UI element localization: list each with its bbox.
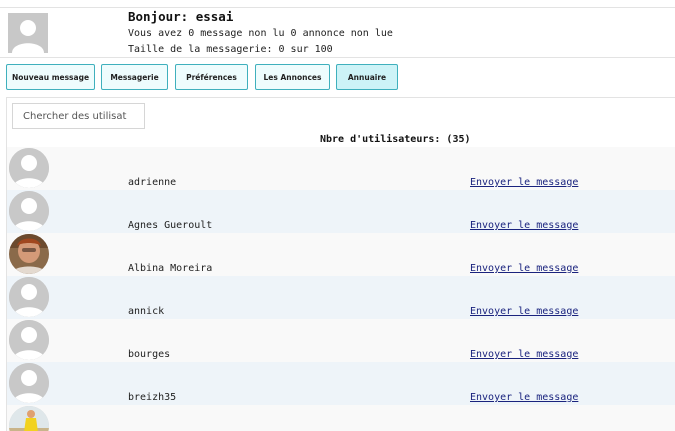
preferences-button[interactable]: Préférences	[175, 64, 248, 90]
greeting-title: Bonjour: essai	[128, 9, 234, 24]
directory-button[interactable]: Annuaire	[336, 64, 398, 90]
default-avatar-icon	[8, 13, 48, 53]
user-row: annick Envoyer le message	[7, 276, 675, 319]
announcements-button[interactable]: Les Annonces	[255, 64, 330, 90]
send-message-link[interactable]: Envoyer le message	[470, 220, 578, 231]
send-message-link[interactable]: Envoyer le message	[470, 349, 578, 360]
user-name: Albina Moreira	[128, 263, 213, 274]
default-avatar-icon	[9, 277, 49, 317]
new-message-button[interactable]: Nouveau message	[6, 64, 95, 90]
default-avatar-icon	[9, 320, 49, 360]
storage-info: Taille de la messagerie: 0 sur 100	[128, 44, 333, 55]
user-name: adrienne	[128, 177, 177, 188]
nav-divider	[0, 57, 675, 58]
send-message-link[interactable]: Envoyer le message	[470, 306, 578, 317]
user-name: annick	[128, 306, 165, 317]
user-avatar	[9, 406, 49, 431]
default-avatar-icon	[9, 363, 49, 403]
user-name: bourges	[128, 349, 171, 360]
user-row	[7, 405, 675, 431]
send-message-link[interactable]: Envoyer le message	[470, 263, 578, 274]
user-search-input[interactable]	[12, 103, 145, 129]
send-message-link[interactable]: Envoyer le message	[470, 177, 578, 188]
user-avatar	[9, 148, 49, 188]
user-avatar	[9, 320, 49, 360]
user-name: Agnes Gueroult	[128, 220, 213, 231]
messaging-button[interactable]: Messagerie	[101, 64, 168, 90]
current-user-avatar	[8, 13, 48, 53]
user-avatar	[9, 277, 49, 317]
unread-info: Vous avez 0 message non lu 0 annonce non…	[128, 28, 393, 39]
user-row: Agnes Gueroult Envoyer le message	[7, 190, 675, 233]
photo-avatar	[9, 234, 49, 274]
top-divider	[0, 7, 675, 8]
user-name: breizh35	[128, 392, 177, 403]
user-avatar	[9, 191, 49, 231]
user-row: adrienne Envoyer le message	[7, 147, 675, 190]
default-avatar-icon	[9, 191, 49, 231]
user-avatar	[9, 363, 49, 403]
photo-avatar	[9, 406, 49, 431]
user-row: bourges Envoyer le message	[7, 319, 675, 362]
user-count: Nbre d'utilisateurs: (35)	[320, 134, 471, 145]
send-message-link[interactable]: Envoyer le message	[470, 392, 578, 403]
user-row: breizh35 Envoyer le message	[7, 362, 675, 405]
user-row: Albina Moreira Envoyer le message	[7, 233, 675, 276]
default-avatar-icon	[9, 148, 49, 188]
user-avatar	[9, 234, 49, 274]
